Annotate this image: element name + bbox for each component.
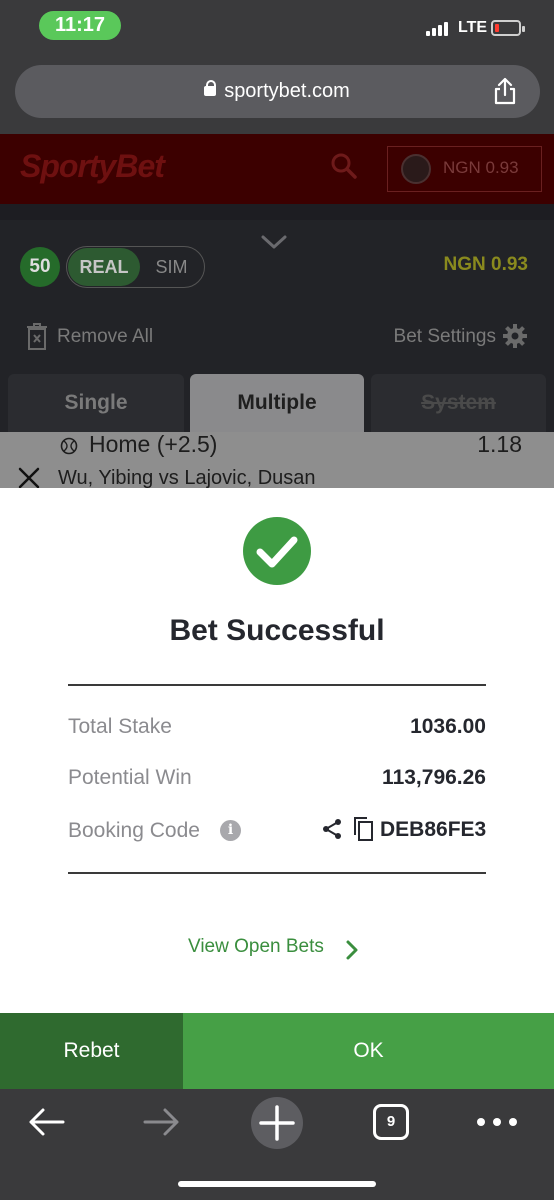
url: sportybet.com <box>224 80 350 102</box>
signal-icon <box>426 22 452 36</box>
plus-icon <box>259 1105 295 1141</box>
remove-all-button[interactable]: Remove All <box>57 326 153 348</box>
selection-odds: 1.18 <box>477 431 522 457</box>
share-code-icon[interactable] <box>320 817 344 841</box>
selection-match: Wu, Yibing vs Lajovic, Dusan <box>58 467 316 489</box>
tab-system[interactable]: System <box>371 374 546 432</box>
selection-pick: Home (+2.5) <box>89 431 218 457</box>
tabs-button[interactable]: 9 <box>373 1104 409 1140</box>
battery-icon <box>491 20 525 36</box>
close-icon[interactable] <box>17 466 41 490</box>
tennis-ball-icon <box>60 437 78 455</box>
avatar[interactable] <box>401 154 431 184</box>
copy-icon[interactable] <box>351 816 375 842</box>
booking-code-value[interactable]: DEB86FE3 <box>380 818 486 842</box>
ok-button[interactable]: OK <box>183 1013 554 1089</box>
sportybet-logo[interactable]: SportyBet <box>20 148 165 185</box>
new-tab-button[interactable] <box>251 1097 303 1149</box>
total-stake-value: 1036.00 <box>410 715 486 738</box>
gear-icon[interactable] <box>502 323 528 349</box>
success-check-icon <box>243 517 311 585</box>
view-open-bets-link[interactable]: View Open Bets <box>188 936 324 958</box>
network-type: LTE <box>458 19 488 36</box>
divider <box>68 684 486 686</box>
chevron-down-icon[interactable] <box>259 232 289 252</box>
share-icon[interactable] <box>492 77 518 105</box>
status-time: 11:17 <box>39 11 121 40</box>
chevron-right-icon[interactable] <box>344 939 360 961</box>
booking-code-label: Booking Code <box>68 819 200 842</box>
info-icon[interactable]: i <box>220 820 241 841</box>
potential-win-value: 113,796.26 <box>382 766 486 789</box>
nav-strip <box>0 204 554 220</box>
lock-icon <box>204 80 217 96</box>
back-arrow-icon[interactable] <box>27 1106 67 1138</box>
address-bar-text[interactable]: sportybet.com <box>0 65 554 118</box>
bet-settings-button[interactable]: Bet Settings <box>340 326 496 348</box>
modal-title: Bet Successful <box>169 614 385 647</box>
trash-icon[interactable] <box>26 323 48 350</box>
tab-single[interactable]: Single <box>8 374 184 432</box>
search-icon[interactable] <box>330 152 358 180</box>
forward-arrow-icon[interactable] <box>141 1106 181 1138</box>
tab-multiple[interactable]: Multiple <box>190 374 364 432</box>
divider <box>68 872 486 874</box>
home-indicator[interactable] <box>178 1181 376 1187</box>
betslip-balance: NGN 0.93 <box>443 254 528 275</box>
mode-real-button[interactable]: REAL <box>68 248 140 286</box>
selection-count-badge: 50 <box>20 247 60 287</box>
mode-sim-button[interactable]: SIM <box>140 248 203 286</box>
total-stake-label: Total Stake <box>68 715 172 738</box>
potential-win-label: Potential Win <box>68 766 192 789</box>
header-balance: NGN 0.93 <box>443 158 519 177</box>
rebet-button[interactable]: Rebet <box>0 1013 183 1089</box>
more-icon[interactable] <box>475 1108 519 1136</box>
